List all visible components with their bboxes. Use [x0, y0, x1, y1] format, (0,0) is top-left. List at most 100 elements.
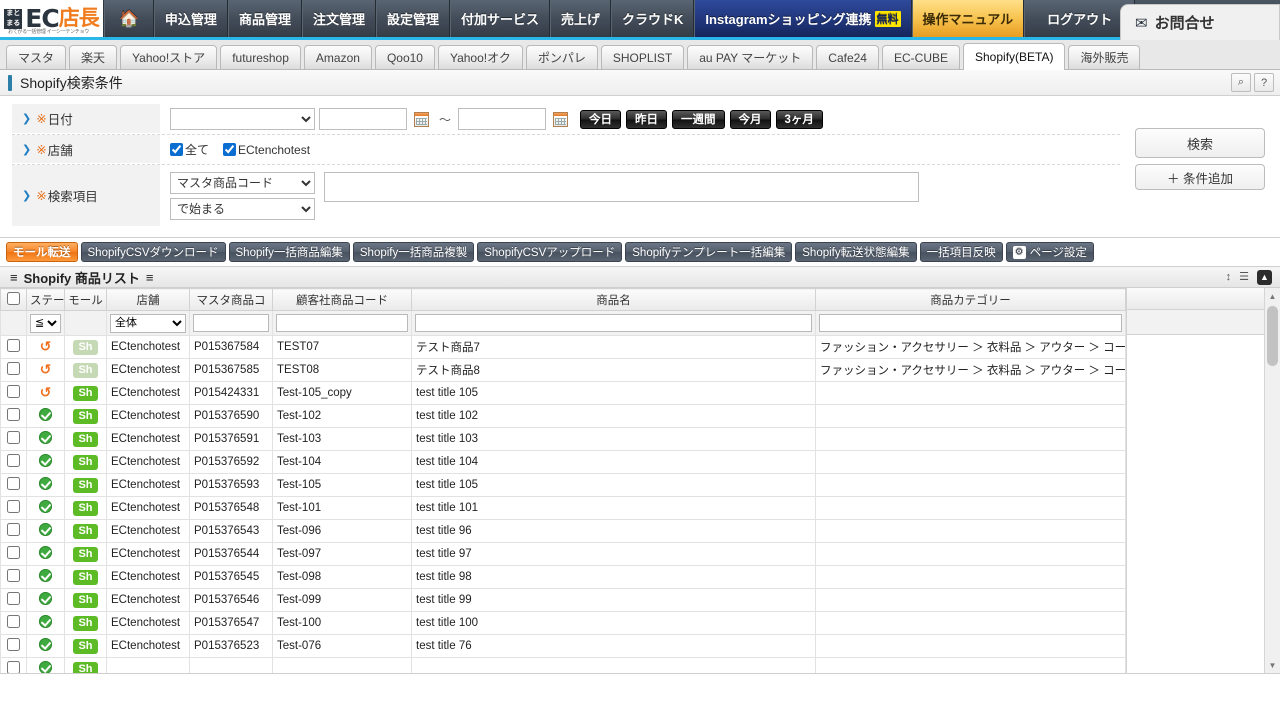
- filter-cell-shop[interactable]: 全体: [106, 310, 190, 336]
- row-select-cell[interactable]: [0, 335, 27, 359]
- row-select-checkbox[interactable]: [7, 638, 20, 651]
- shopify-csv-upload-button[interactable]: ShopifyCSVアップロード: [477, 242, 623, 262]
- shopify-template-bulk-edit-button[interactable]: Shopifyテンプレート一括編集: [625, 242, 793, 262]
- nav-item-product-mgmt[interactable]: 商品管理: [227, 0, 302, 37]
- row-select-checkbox[interactable]: [7, 523, 20, 536]
- row-select-cell[interactable]: [0, 427, 27, 451]
- col-header-status[interactable]: ステー: [26, 288, 65, 311]
- shopify-bulk-product-edit-button[interactable]: Shopify一括商品編集: [228, 242, 350, 262]
- page-settings-button[interactable]: ⚙ ページ設定: [1005, 242, 1094, 262]
- row-select-checkbox[interactable]: [7, 408, 20, 421]
- col-header-customer-code[interactable]: 顧客社商品コード: [272, 288, 412, 311]
- nav-item-instagram-shopping[interactable]: Instagramショッピング連携 無料: [694, 0, 912, 37]
- col-header-product-name[interactable]: 商品名: [411, 288, 816, 311]
- filter-cell-category[interactable]: [815, 310, 1126, 336]
- row-select-checkbox[interactable]: [7, 592, 20, 605]
- calendar-icon-from[interactable]: [414, 111, 429, 127]
- date-quick-month[interactable]: 今月: [729, 109, 771, 129]
- tab-shopify-beta[interactable]: Shopify(BETA): [963, 43, 1066, 70]
- row-select-checkbox[interactable]: [7, 431, 20, 444]
- table-row[interactable]: ↺ Sh ECtenchotest P015367584 TEST07 テスト商品7 ファッ…: [0, 335, 1126, 359]
- table-row[interactable]: Sh ECtenchotest P015376592 Test-104 test tit…: [0, 450, 1126, 474]
- tab-ec-cube[interactable]: EC-CUBE: [881, 45, 960, 69]
- nav-item-application-mgmt[interactable]: 申込管理: [153, 0, 228, 37]
- shop-checkbox-all[interactable]: 全て: [170, 141, 209, 158]
- table-row[interactable]: Sh ECtenchotest P015376548 Test-101 test tit…: [0, 496, 1126, 520]
- select-all-checkbox[interactable]: [7, 291, 20, 305]
- shopify-csv-download-button[interactable]: ShopifyCSVダウンロード: [80, 242, 226, 262]
- row-select-cell[interactable]: [0, 381, 27, 405]
- date-quick-week[interactable]: 一週間: [672, 109, 725, 129]
- category-filter-input[interactable]: [819, 314, 1122, 332]
- table-row[interactable]: Sh ECtenchotest P015376545 Test-098 test tit…: [0, 565, 1126, 589]
- shop-checkbox-ectenchotest-input[interactable]: [223, 143, 237, 156]
- filter-cell-master-code[interactable]: [189, 310, 273, 336]
- date-quick-yesterday[interactable]: 昨日: [626, 109, 668, 129]
- help-icon[interactable]: ?: [1254, 73, 1274, 92]
- nav-item-addon-services[interactable]: 付加サービス: [449, 0, 550, 37]
- date-type-select[interactable]: [170, 108, 315, 130]
- collapse-icon[interactable]: ▲: [1257, 270, 1272, 285]
- col-header-mall[interactable]: モール: [64, 288, 107, 311]
- row-select-cell[interactable]: [0, 404, 27, 428]
- table-row[interactable]: Sh ECtenchotest P015376591 Test-103 test tit…: [0, 427, 1126, 451]
- row-select-cell[interactable]: [0, 565, 27, 589]
- calendar-icon-to[interactable]: [553, 111, 569, 127]
- date-quick-3months[interactable]: 3ヶ月: [775, 109, 823, 129]
- tab-rakuten[interactable]: 楽天: [69, 45, 118, 69]
- table-row[interactable]: Sh ECtenchotest P015376547 Test-100 test tit…: [0, 611, 1126, 635]
- table-row[interactable]: Sh ECtenchotest P015376593 Test-105 test tit…: [0, 473, 1126, 497]
- row-select-cell[interactable]: [0, 473, 27, 497]
- col-header-category[interactable]: 商品カテゴリー: [815, 288, 1126, 311]
- tab-qoo10[interactable]: Qoo10: [374, 45, 435, 69]
- app-logo[interactable]: まと まる EC 店長 おてがる一括管理 イーシーテンチョウ: [0, 0, 104, 37]
- filter-cell-status[interactable]: ≦: [26, 310, 65, 336]
- date-to-input[interactable]: [458, 108, 547, 130]
- row-select-checkbox[interactable]: [7, 362, 20, 375]
- status-filter-select[interactable]: ≦: [30, 313, 61, 333]
- filter-cell-product-name[interactable]: [411, 310, 816, 336]
- search-match-select[interactable]: で始まる: [170, 198, 315, 220]
- contact-button[interactable]: ✉ お問合せ: [1120, 4, 1280, 40]
- tab-shoplist[interactable]: SHOPLIST: [600, 45, 685, 69]
- row-select-checkbox[interactable]: [7, 500, 20, 513]
- tab-ponpare[interactable]: ポンパレ: [525, 45, 598, 69]
- tab-futureshop[interactable]: futureshop: [220, 45, 301, 69]
- row-select-cell[interactable]: [0, 657, 27, 673]
- row-select-checkbox[interactable]: [7, 569, 20, 582]
- scroll-down-icon[interactable]: ▼: [1265, 657, 1280, 673]
- row-select-checkbox[interactable]: [7, 477, 20, 490]
- table-row[interactable]: ↺ Sh ECtenchotest P015424331 Test-105_copy te…: [0, 381, 1126, 405]
- row-select-checkbox[interactable]: [7, 661, 20, 673]
- row-select-cell[interactable]: [0, 634, 27, 658]
- row-select-checkbox[interactable]: [7, 385, 20, 398]
- date-from-input[interactable]: [319, 108, 407, 130]
- col-header-master-code[interactable]: マスタ商品コ: [189, 288, 273, 311]
- product-name-filter-input[interactable]: [415, 314, 812, 332]
- nav-item-sales[interactable]: 売上げ: [550, 0, 612, 37]
- customer-code-filter-input[interactable]: [276, 314, 408, 332]
- row-select-checkbox[interactable]: [7, 454, 20, 467]
- row-select-cell[interactable]: [0, 519, 27, 543]
- row-select-cell[interactable]: [0, 611, 27, 635]
- date-quick-today[interactable]: 今日: [580, 109, 622, 129]
- nav-item-settings-mgmt[interactable]: 設定管理: [375, 0, 450, 37]
- search-field-select[interactable]: マスタ商品コード: [170, 172, 315, 194]
- row-select-cell[interactable]: [0, 496, 27, 520]
- col-header-select-all[interactable]: [0, 288, 27, 311]
- table-vertical-scrollbar[interactable]: ▲ ▼: [1264, 288, 1280, 673]
- shopify-transfer-status-edit-button[interactable]: Shopify転送状態編集: [795, 242, 917, 262]
- shopify-bulk-product-copy-button[interactable]: Shopify一括商品複製: [352, 242, 475, 262]
- row-select-checkbox[interactable]: [7, 339, 20, 352]
- shop-checkbox-ectenchotest[interactable]: ECtenchotest: [223, 143, 310, 157]
- nav-item-cloud-k[interactable]: クラウドK: [611, 0, 695, 37]
- nav-item-order-mgmt[interactable]: 注文管理: [301, 0, 376, 37]
- shop-checkbox-all-input[interactable]: [170, 143, 183, 156]
- tab-au-pay-market[interactable]: au PAY マーケット: [687, 45, 814, 69]
- nav-item-manual[interactable]: 操作マニュアル: [911, 0, 1025, 37]
- bulk-field-apply-button[interactable]: 一括項目反映: [919, 242, 1003, 262]
- table-row[interactable]: Sh ECtenchotest P015376590 Test-102 test tit…: [0, 404, 1126, 428]
- sort-icon[interactable]: ↕: [1226, 272, 1232, 283]
- search-button[interactable]: 検索: [1135, 128, 1265, 158]
- table-row[interactable]: ↺ Sh ECtenchotest P015367585 TEST08 テスト商品8 ファッ…: [0, 358, 1126, 382]
